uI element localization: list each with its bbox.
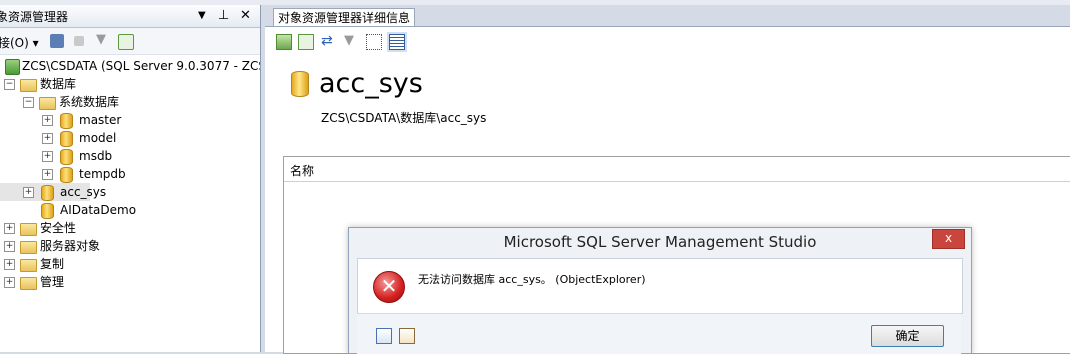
details-path: ZCS\CSDATA\数据库\acc_sys — [321, 111, 487, 125]
expand-icon[interactable]: + — [23, 187, 34, 198]
folder-icon — [39, 97, 56, 110]
db-label-master: master — [79, 113, 122, 127]
expand-icon[interactable]: + — [42, 151, 53, 162]
connect-label: 接(O) — [0, 36, 29, 50]
object-explorer-title: 象资源管理器 — [0, 10, 69, 24]
collapse-icon[interactable]: − — [4, 79, 15, 90]
expand-icon[interactable]: + — [4, 277, 15, 288]
stop-icon[interactable] — [74, 36, 84, 46]
management-label: 管理 — [40, 275, 65, 289]
expand-icon[interactable]: + — [4, 259, 15, 270]
object-explorer-panel: 象资源管理器 ▼ ⊥ ✕ 接(O) ▾ ▼ ZCS\CSDATA (SQL Se… — [0, 5, 261, 352]
db-label-msdb: msdb — [79, 149, 113, 163]
details-icon[interactable] — [399, 328, 415, 344]
database-icon — [41, 185, 54, 201]
disconnect-icon[interactable] — [50, 34, 64, 48]
details-view-icon[interactable] — [389, 34, 405, 50]
db-label-model: model — [79, 131, 117, 145]
expand-icon[interactable]: + — [4, 223, 15, 234]
database-icon — [41, 203, 54, 219]
database-icon — [60, 167, 73, 183]
server-label: ZCS\CSDATA (SQL Server 9.0.3077 - ZCS\ — [22, 59, 261, 73]
tree-node-acc-sys[interactable]: + acc_sys — [0, 183, 106, 201]
system-databases-label: 系统数据库 — [59, 95, 120, 109]
db-label-tempdb: tempdb — [79, 167, 126, 181]
dialog-title: Microsoft SQL Server Management Studio — [503, 233, 817, 251]
database-icon — [60, 149, 73, 165]
replication-label: 复制 — [40, 257, 65, 271]
grid-header: 名称 — [284, 157, 1070, 182]
db-label-acc-sys: acc_sys — [60, 185, 107, 199]
sync-icon[interactable]: ⇄ — [321, 34, 335, 48]
copy-icon[interactable] — [376, 328, 392, 344]
close-icon[interactable]: ✕ — [240, 8, 251, 23]
error-message: 无法访问数据库 acc_sys。 (ObjectExplorer) — [418, 273, 646, 286]
collapse-icon[interactable]: − — [23, 97, 34, 108]
details-title: acc_sys — [319, 68, 423, 99]
db-label-aidatademo: AIDataDemo — [60, 203, 137, 217]
security-label: 安全性 — [40, 221, 77, 235]
details-toolbar: ⇄ ▼ — [265, 28, 1070, 54]
list-view-icon[interactable] — [366, 34, 382, 50]
databases-label: 数据库 — [40, 77, 77, 91]
refresh-icon[interactable] — [118, 34, 134, 50]
tab-object-explorer-details[interactable]: 对象资源管理器详细信息 — [273, 8, 416, 27]
column-header-name[interactable]: 名称 — [290, 162, 314, 179]
error-icon: ✕ — [373, 271, 405, 303]
connect-menu[interactable]: 接(O) ▾ — [0, 34, 39, 51]
dialog-close-button[interactable]: x — [932, 229, 965, 249]
dropdown-icon[interactable]: ▼ — [198, 10, 206, 21]
server-icon — [5, 59, 20, 75]
object-explorer-titlebar: 象资源管理器 ▼ ⊥ ✕ — [0, 5, 260, 28]
refresh-icon[interactable] — [298, 34, 314, 50]
filter-icon[interactable]: ▼ — [344, 34, 358, 48]
server-objects-label: 服务器对象 — [40, 239, 101, 253]
dialog-footer: 确定 — [357, 313, 961, 354]
expand-icon[interactable]: + — [42, 115, 53, 126]
folder-icon — [20, 277, 37, 290]
database-icon — [60, 113, 73, 129]
folder-icon — [20, 259, 37, 272]
filter-icon[interactable]: ▼ — [96, 32, 110, 47]
object-explorer-toolbar: 接(O) ▾ ▼ — [0, 28, 260, 55]
dialog-body: ✕ 无法访问数据库 acc_sys。 (ObjectExplorer) — [357, 258, 963, 314]
expand-icon[interactable]: + — [42, 169, 53, 180]
error-dialog: Microsoft SQL Server Management Studio x… — [348, 227, 972, 354]
up-icon[interactable] — [276, 34, 292, 50]
expand-icon[interactable]: + — [42, 133, 53, 144]
folder-icon — [20, 79, 37, 92]
folder-icon — [20, 223, 37, 236]
pin-icon[interactable]: ⊥ — [218, 8, 229, 23]
database-icon — [60, 131, 73, 147]
ok-button[interactable]: 确定 — [871, 325, 944, 347]
database-icon — [291, 71, 309, 97]
folder-icon — [20, 241, 37, 254]
expand-icon[interactable]: + — [4, 241, 15, 252]
